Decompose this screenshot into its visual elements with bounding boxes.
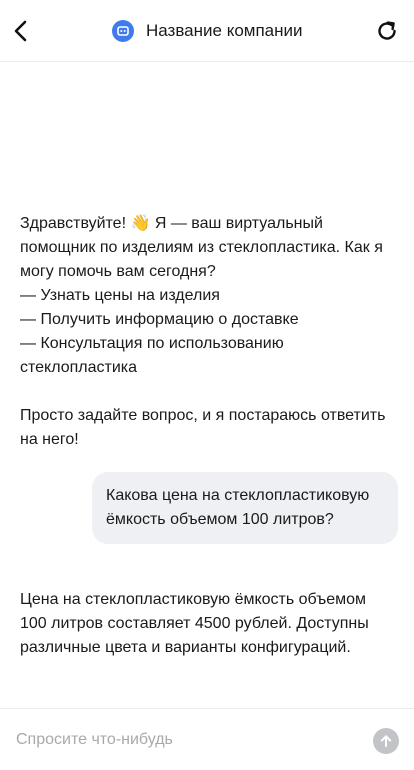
back-button[interactable] — [10, 17, 34, 45]
page-title: Название компании — [146, 21, 303, 40]
message-composer — [0, 708, 414, 770]
arrow-up-icon — [380, 735, 392, 747]
chat-header: Название компании — [0, 0, 414, 62]
assistant-message: Здравствуйте! 👋 Я — ваш виртуальный помо… — [20, 215, 386, 448]
refresh-button[interactable] — [374, 18, 400, 44]
refresh-icon — [378, 21, 396, 40]
message-input[interactable] — [14, 723, 358, 757]
user-message-bubble: Какова цена на стеклопластиковую ёмкость… — [92, 472, 398, 544]
chevron-left-icon — [14, 20, 27, 42]
avatar — [112, 20, 134, 42]
assistant-message: Цена на стеклопластиковую ёмкость объемо… — [20, 591, 369, 656]
bot-icon — [117, 26, 129, 36]
header-title-group: Название компании — [112, 18, 303, 44]
send-button[interactable] — [373, 728, 399, 754]
